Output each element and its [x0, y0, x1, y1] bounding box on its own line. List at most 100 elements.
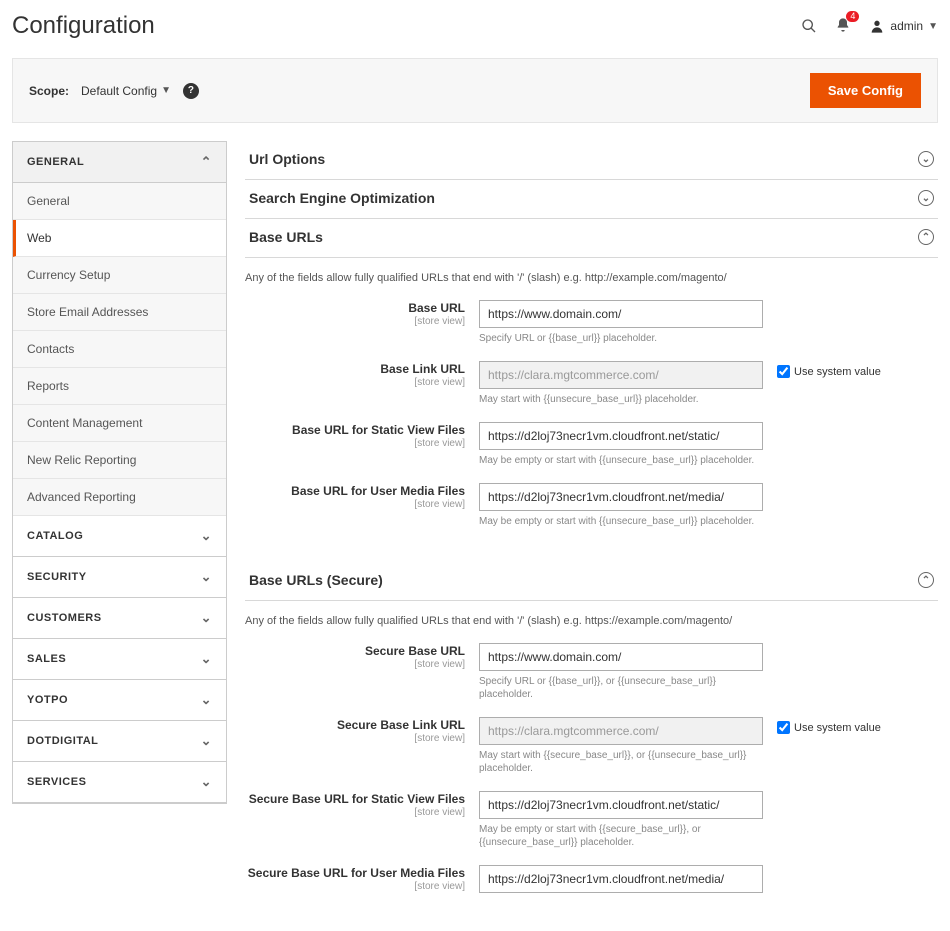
sidebar-item-reports[interactable]: Reports — [13, 368, 226, 405]
help-text: Specify URL or {{base_url}}, or {{unsecu… — [479, 675, 763, 701]
use-system-label: Use system value — [794, 722, 881, 734]
chevron-down-icon: ⌄ — [201, 774, 212, 790]
sidebar-group-label: SERVICES — [27, 776, 86, 788]
sidebar-group-label: DOTDIGITAL — [27, 735, 98, 747]
sidebar-item-new-relic[interactable]: New Relic Reporting — [13, 442, 226, 479]
section-url-options[interactable]: Url Options ⌄ — [245, 141, 938, 180]
sidebar-group-label: CATALOG — [27, 530, 83, 542]
expand-icon: ⌄ — [918, 151, 934, 167]
use-system-value-checkbox[interactable] — [777, 365, 790, 378]
expand-icon: ⌄ — [918, 190, 934, 206]
scope-hint: [store view] — [245, 807, 465, 818]
label-base-link-url: Base Link URL — [380, 362, 465, 376]
sidebar-group-services[interactable]: SERVICES ⌄ — [13, 762, 226, 803]
help-text: May be empty or start with {{unsecure_ba… — [479, 515, 763, 528]
sidebar-group-customers[interactable]: CUSTOMERS ⌄ — [13, 598, 226, 639]
scope-hint: [store view] — [245, 499, 465, 510]
use-system-label: Use system value — [794, 366, 881, 378]
chevron-down-icon: ⌄ — [201, 692, 212, 708]
sidebar-group-yotpo[interactable]: YOTPO ⌄ — [13, 680, 226, 721]
section-base-urls-secure-body: Any of the fields allow fully qualified … — [245, 601, 938, 911]
chevron-down-icon: ⌄ — [201, 733, 212, 749]
sidebar-group-label: GENERAL — [27, 156, 84, 168]
sidebar-item-contacts[interactable]: Contacts — [13, 331, 226, 368]
sidebar-item-general[interactable]: General — [13, 183, 226, 220]
sidebar-item-advanced-reporting[interactable]: Advanced Reporting — [13, 479, 226, 516]
notification-badge: 4 — [846, 11, 859, 22]
chevron-down-icon: ⌄ — [201, 528, 212, 544]
scope-hint: [store view] — [245, 733, 465, 744]
input-secure-static-url[interactable] — [479, 791, 763, 819]
label-secure-static-url: Secure Base URL for Static View Files — [249, 792, 465, 806]
sidebar-item-content-management[interactable]: Content Management — [13, 405, 226, 442]
scope-hint: [store view] — [245, 881, 465, 892]
input-base-url[interactable] — [479, 300, 763, 328]
config-sidebar: GENERAL ⌃ General Web Currency Setup Sto… — [12, 141, 227, 804]
help-icon[interactable]: ? — [183, 83, 199, 99]
scope-hint: [store view] — [245, 438, 465, 449]
sidebar-item-store-email[interactable]: Store Email Addresses — [13, 294, 226, 331]
label-base-url: Base URL — [408, 301, 465, 315]
input-media-url[interactable] — [479, 483, 763, 511]
collapse-icon: ⌃ — [918, 229, 934, 245]
sidebar-item-web[interactable]: Web — [13, 220, 226, 257]
use-system-value-checkbox-wrap[interactable]: Use system value — [777, 361, 881, 378]
scope-hint: [store view] — [245, 377, 465, 388]
label-secure-media-url: Secure Base URL for User Media Files — [248, 866, 465, 880]
section-title: Search Engine Optimization — [249, 190, 435, 206]
sidebar-group-general[interactable]: GENERAL ⌃ — [13, 142, 226, 183]
caret-down-icon: ▼ — [161, 85, 171, 96]
input-secure-base-url[interactable] — [479, 643, 763, 671]
scope-label: Scope: — [29, 84, 69, 98]
collapse-icon: ⌃ — [918, 572, 934, 588]
section-base-urls-body: Any of the fields allow fully qualified … — [245, 258, 938, 562]
chevron-up-icon: ⌃ — [201, 154, 212, 170]
sidebar-group-security[interactable]: SECURITY ⌄ — [13, 557, 226, 598]
sidebar-group-label: CUSTOMERS — [27, 612, 102, 624]
section-base-urls-secure[interactable]: Base URLs (Secure) ⌃ — [245, 562, 938, 601]
section-title: Base URLs (Secure) — [249, 572, 383, 588]
scope-selected-value: Default Config — [81, 84, 157, 98]
config-content: Url Options ⌄ Search Engine Optimization… — [245, 141, 938, 911]
search-icon[interactable] — [801, 18, 817, 34]
input-secure-link-url — [479, 717, 763, 745]
label-secure-base-url: Secure Base URL — [365, 644, 465, 658]
section-title: Base URLs — [249, 229, 323, 245]
sidebar-group-catalog[interactable]: CATALOG ⌄ — [13, 516, 226, 557]
section-base-urls[interactable]: Base URLs ⌃ — [245, 219, 938, 258]
section-note: Any of the fields allow fully qualified … — [245, 615, 938, 627]
help-text: May start with {{secure_base_url}}, or {… — [479, 749, 763, 775]
chevron-down-icon: ⌄ — [201, 651, 212, 667]
input-secure-media-url[interactable] — [479, 865, 763, 893]
input-base-link-url — [479, 361, 763, 389]
sidebar-group-label: YOTPO — [27, 694, 68, 706]
notifications-button[interactable]: 4 — [835, 17, 851, 36]
sidebar-group-dotdigital[interactable]: DOTDIGITAL ⌄ — [13, 721, 226, 762]
save-button[interactable]: Save Config — [810, 73, 921, 108]
username-label: admin — [890, 19, 923, 33]
user-icon — [869, 18, 885, 34]
input-static-url[interactable] — [479, 422, 763, 450]
section-seo[interactable]: Search Engine Optimization ⌄ — [245, 180, 938, 219]
scope-bar: Scope: Default Config ▼ ? Save Config — [12, 58, 938, 123]
chevron-down-icon: ⌄ — [201, 610, 212, 626]
sidebar-item-currency-setup[interactable]: Currency Setup — [13, 257, 226, 294]
use-system-value-checkbox-wrap[interactable]: Use system value — [777, 717, 881, 734]
help-text: Specify URL or {{base_url}} placeholder. — [479, 332, 763, 345]
section-note: Any of the fields allow fully qualified … — [245, 272, 938, 284]
chevron-down-icon: ⌄ — [201, 569, 212, 585]
help-text: May start with {{unsecure_base_url}} pla… — [479, 393, 763, 406]
help-text: May be empty or start with {{unsecure_ba… — [479, 454, 763, 467]
user-menu[interactable]: admin ▼ — [869, 18, 938, 34]
use-system-value-checkbox[interactable] — [777, 721, 790, 734]
sidebar-group-sales[interactable]: SALES ⌄ — [13, 639, 226, 680]
sidebar-group-label: SECURITY — [27, 571, 87, 583]
section-title: Url Options — [249, 151, 325, 167]
scope-hint: [store view] — [245, 659, 465, 670]
page-title: Configuration — [12, 12, 155, 40]
help-text: May be empty or start with {{secure_base… — [479, 823, 763, 849]
label-static-url: Base URL for Static View Files — [292, 423, 465, 437]
scope-select[interactable]: Default Config ▼ — [81, 84, 171, 98]
label-media-url: Base URL for User Media Files — [291, 484, 465, 498]
caret-down-icon: ▼ — [928, 21, 938, 32]
